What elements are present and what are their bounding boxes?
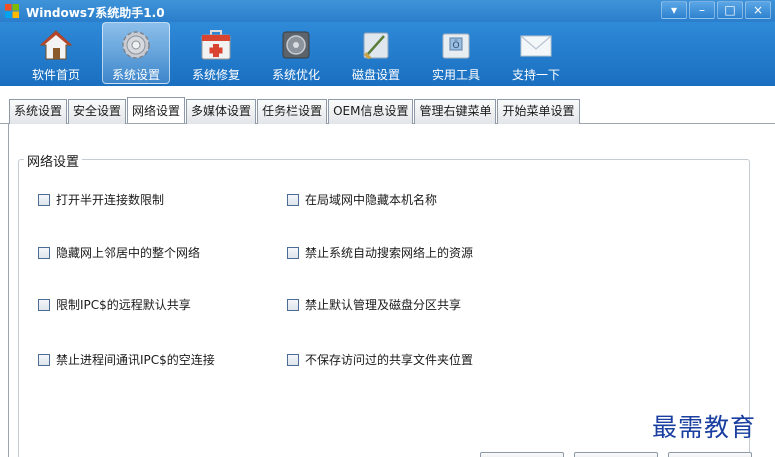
option-hide-entire-network[interactable]: 隐藏网上邻居中的整个网络 [38, 244, 200, 261]
option-hide-computer-name-lan[interactable]: 在局域网中隐藏本机名称 [287, 191, 437, 208]
main-toolbar: 软件首页 系统设置 系统修复 系统优化 磁盘设置 Ö 实用工具 支持一下 [0, 22, 775, 86]
checkbox[interactable] [287, 298, 299, 311]
option-label: 限制IPC$的远程默认共享 [56, 298, 191, 312]
option-label: 禁止系统自动搜索网络上的资源 [305, 246, 474, 260]
option-label: 在局域网中隐藏本机名称 [305, 193, 438, 207]
tab-system-settings[interactable]: 系统设置 [9, 99, 68, 124]
toolbar-label: 支持一下 [511, 68, 560, 82]
optimize-icon [282, 31, 310, 59]
option-label: 禁止进程间通讯IPC$的空连接 [56, 353, 215, 367]
tab-oem-info-settings[interactable]: OEM信息设置 [328, 99, 414, 124]
toolbar-label: 系统优化 [271, 68, 320, 82]
option-disable-admin-disk-share[interactable]: 禁止默认管理及磁盘分区共享 [287, 296, 461, 313]
toolbox-icon: Ö [442, 33, 470, 59]
checkbox[interactable] [38, 353, 50, 366]
toolbar-item-system-settings[interactable]: 系统设置 [96, 22, 176, 86]
tab-multimedia-settings[interactable]: 多媒体设置 [186, 99, 257, 124]
option-disable-ipc-null-session[interactable]: 禁止进程间通讯IPC$的空连接 [38, 351, 215, 368]
envelope-icon [520, 35, 552, 57]
bottom-button[interactable] [668, 452, 752, 457]
panel-border [8, 124, 9, 457]
toolbar-item-home[interactable]: 软件首页 [16, 22, 96, 86]
groupbox-title: 网络设置 [24, 151, 83, 170]
settings-tabs: 系统设置 安全设置 网络设置 多媒体设置 任务栏设置 OEM信息设置 管理右键菜… [9, 97, 581, 124]
gear-icon [122, 31, 150, 59]
maximize-button[interactable]: □ [717, 1, 743, 19]
tab-security-settings[interactable]: 安全设置 [68, 99, 127, 124]
home-icon [39, 30, 73, 60]
bottom-button[interactable] [480, 452, 564, 457]
toolbar-item-support[interactable]: 支持一下 [496, 22, 576, 86]
disk-broom-icon [363, 32, 389, 59]
checkbox[interactable] [287, 246, 299, 259]
first-aid-kit-icon [201, 30, 231, 60]
checkbox[interactable] [38, 246, 50, 259]
option-half-open-connection-limit[interactable]: 打开半开连接数限制 [38, 191, 164, 208]
close-button[interactable]: × [745, 1, 771, 19]
toolbar-item-utilities[interactable]: Ö 实用工具 [416, 22, 496, 86]
windows-logo-icon [5, 4, 19, 18]
minimize-button[interactable]: – [689, 1, 715, 19]
settings-tab-row: 系统设置 安全设置 网络设置 多媒体设置 任务栏设置 OEM信息设置 管理右键菜… [0, 86, 775, 124]
checkbox[interactable] [38, 298, 50, 311]
window-title: Windows7系统助手1.0 [26, 6, 165, 20]
svg-text:Ö: Ö [452, 40, 459, 51]
toolbar-label: 实用工具 [431, 68, 480, 82]
toolbar-label: 磁盘设置 [351, 68, 400, 82]
toolbar-item-disk-settings[interactable]: 磁盘设置 [336, 22, 416, 86]
menu-dropdown-button[interactable]: ▾ [661, 1, 687, 19]
toolbar-item-system-repair[interactable]: 系统修复 [176, 22, 256, 86]
toolbar-item-system-optimize[interactable]: 系统优化 [256, 22, 336, 86]
window-controls: ▾ – □ × [661, 1, 771, 19]
checkbox[interactable] [38, 193, 50, 206]
toolbar-label: 系统修复 [191, 68, 240, 82]
toolbar-label: 系统设置 [111, 68, 160, 82]
option-label: 打开半开连接数限制 [56, 193, 165, 207]
option-disable-auto-network-search[interactable]: 禁止系统自动搜索网络上的资源 [287, 244, 473, 261]
checkbox[interactable] [287, 193, 299, 206]
tab-start-menu-settings[interactable]: 开始菜单设置 [497, 99, 580, 124]
option-limit-ipc-remote-share[interactable]: 限制IPC$的远程默认共享 [38, 296, 191, 313]
bottom-buttons [480, 452, 752, 457]
tab-context-menu[interactable]: 管理右键菜单 [414, 99, 497, 124]
toolbar-label: 软件首页 [31, 68, 80, 82]
option-label: 不保存访问过的共享文件夹位置 [305, 353, 474, 367]
option-label: 禁止默认管理及磁盘分区共享 [305, 298, 462, 312]
checkbox[interactable] [287, 353, 299, 366]
bottom-button[interactable] [574, 452, 658, 457]
option-label: 隐藏网上邻居中的整个网络 [56, 246, 201, 260]
title-bar: Windows7系统助手1.0 ▾ – □ × [0, 0, 775, 22]
watermark-text: 最需教育 [652, 413, 757, 442]
option-no-save-shared-folder-history[interactable]: 不保存访问过的共享文件夹位置 [287, 351, 473, 368]
tab-taskbar-settings[interactable]: 任务栏设置 [257, 99, 328, 124]
tab-network-settings[interactable]: 网络设置 [127, 97, 186, 123]
